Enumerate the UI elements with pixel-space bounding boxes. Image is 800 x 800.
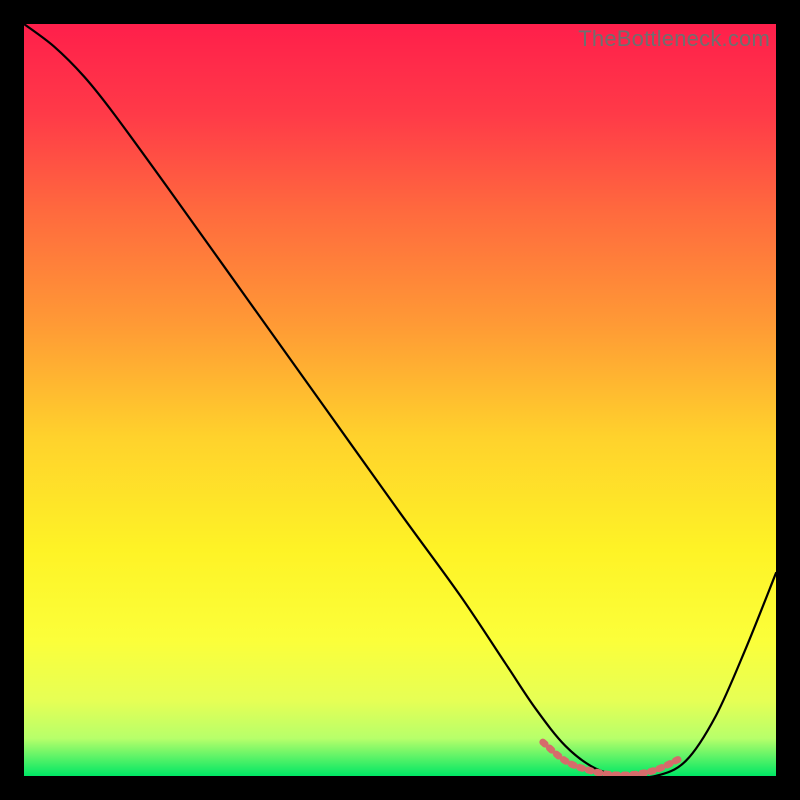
bottleneck-chart [24, 24, 776, 776]
chart-frame: TheBottleneck.com [24, 24, 776, 776]
gradient-background [24, 24, 776, 776]
